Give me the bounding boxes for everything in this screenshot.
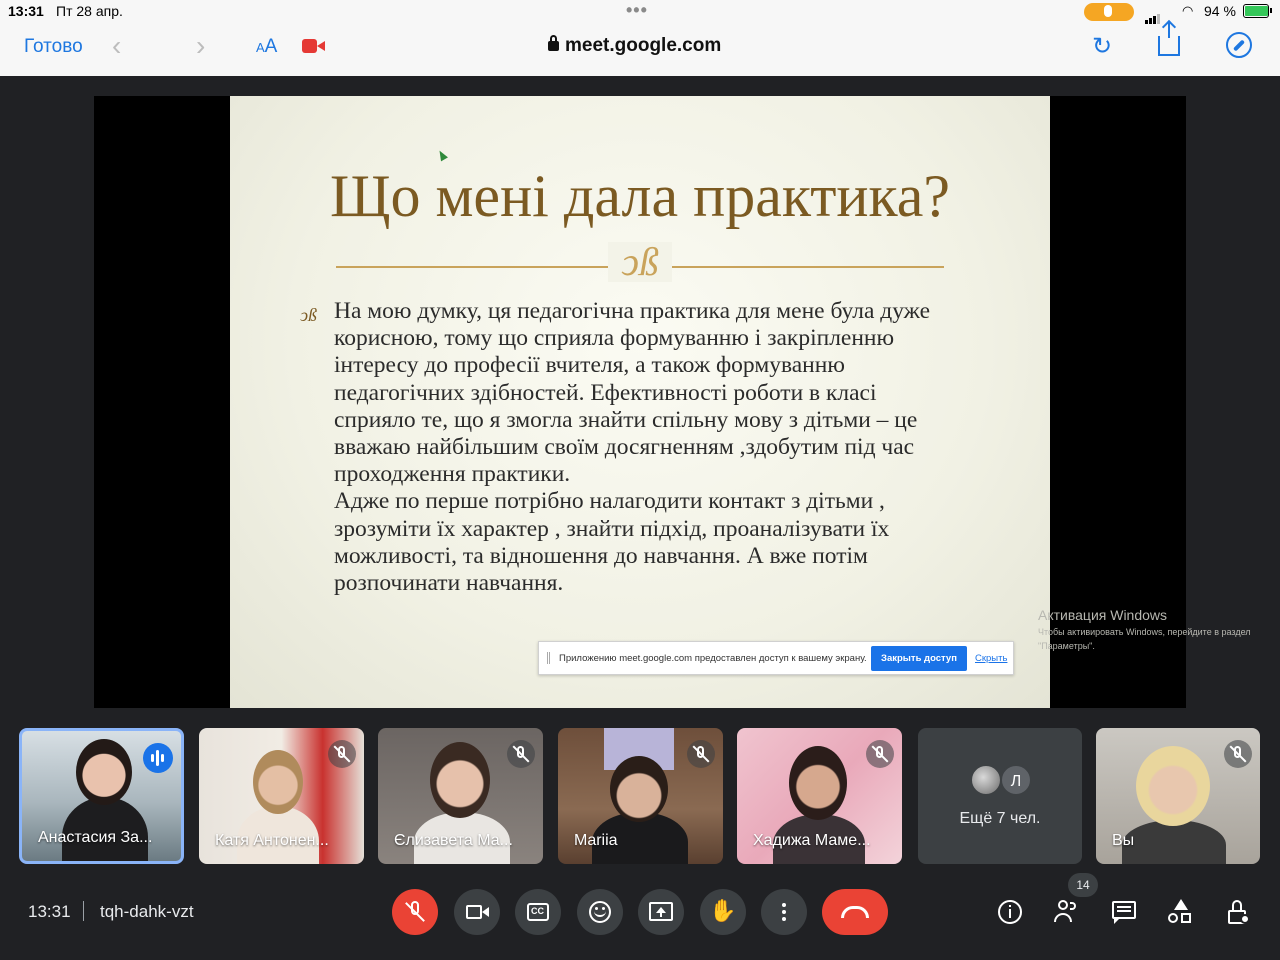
text-size-button[interactable]: AA xyxy=(256,36,277,58)
avatar xyxy=(970,764,1002,796)
share-icon[interactable] xyxy=(1158,22,1180,56)
avatar: Л xyxy=(1000,764,1032,796)
mouse-cursor-icon xyxy=(436,148,448,162)
mic-off-icon[interactable] xyxy=(392,889,438,935)
status-time: 13:31 xyxy=(8,3,44,19)
participant-tile[interactable]: Єлизавета Ма... xyxy=(378,728,543,864)
more-icon[interactable] xyxy=(761,889,807,935)
windows-activation-heading: Активация Windows xyxy=(1038,607,1168,623)
people-icon[interactable] xyxy=(1052,898,1080,926)
back-icon[interactable]: ‹ xyxy=(112,30,121,62)
hang-up-icon[interactable] xyxy=(822,889,888,935)
presentation-stage: Що мені дала практика? ↄß ↄß На мою думк… xyxy=(94,96,1251,708)
emoji-icon[interactable] xyxy=(577,889,623,935)
bullet-icon: ↄß xyxy=(300,305,318,325)
hide-link[interactable]: Скрыть xyxy=(975,653,1007,664)
windows-activation-watermark: Активация Windows Чтобы активировать Win… xyxy=(1038,607,1280,653)
participant-tile[interactable]: Анастасия За... xyxy=(19,728,184,864)
compass-icon[interactable] xyxy=(1226,32,1252,58)
ornament-icon: ↄß xyxy=(608,242,672,282)
slide-title: Що мені дала практика? xyxy=(329,163,951,229)
participant-count-badge: 14 xyxy=(1068,873,1098,897)
muted-mic-icon xyxy=(328,740,356,768)
drag-handle-icon[interactable] xyxy=(547,652,550,664)
participant-tile[interactable]: Катя Антонен... xyxy=(199,728,364,864)
participant-name: Вы xyxy=(1112,832,1135,849)
address-bar[interactable]: meet.google.com xyxy=(548,35,721,57)
meeting-code: tqh-dahk-vzt xyxy=(100,902,194,921)
cellular-signal-icon xyxy=(1145,6,1161,24)
more-participants-label: Ещё 7 чел. xyxy=(959,810,1041,827)
participant-tile[interactable]: Вы xyxy=(1096,728,1260,864)
speaking-indicator-icon xyxy=(143,743,173,773)
lock-icon xyxy=(548,35,559,51)
screen-share-message: Приложению meet.google.com предоставлен … xyxy=(559,653,867,664)
participant-name: Єлизавета Ма... xyxy=(394,832,513,849)
stop-sharing-button[interactable]: Закрыть доступ xyxy=(871,646,967,671)
camera-icon[interactable] xyxy=(302,38,325,54)
multitasking-dots-icon[interactable]: ••• xyxy=(626,0,648,21)
present-icon[interactable] xyxy=(638,889,684,935)
info-icon[interactable] xyxy=(996,898,1024,926)
meeting-time: 13:31 xyxy=(28,902,71,921)
muted-mic-icon xyxy=(1224,740,1252,768)
host-controls-icon[interactable] xyxy=(1224,898,1252,926)
participant-name: Катя Антонен... xyxy=(215,832,329,849)
mic-in-use-icon xyxy=(1084,3,1134,21)
chat-icon[interactable] xyxy=(1110,898,1138,926)
slide: Що мені дала практика? ↄß ↄß На мою думк… xyxy=(230,96,1251,708)
participant-tile[interactable]: Хадижа Маме... xyxy=(737,728,902,864)
divider xyxy=(83,901,84,921)
status-date: Пт 28 апр. xyxy=(56,3,123,19)
windows-activation-line1: Чтобы активировать Windows, перейдите в … xyxy=(1038,627,1251,637)
done-button[interactable]: Готово xyxy=(24,36,83,58)
muted-mic-icon xyxy=(866,740,894,768)
slide-body-text: На мою думку, ця педагогічна практика дл… xyxy=(334,298,931,597)
screen-share-notice: Приложению meet.google.com предоставлен … xyxy=(538,641,1014,675)
participant-tile[interactable]: Mariia xyxy=(558,728,723,864)
browser-toolbar: 13:31 Пт 28 апр. ••• ◠ 94 % Готово ‹ › A… xyxy=(0,0,1280,76)
muted-mic-icon xyxy=(687,740,715,768)
participant-name: Анастасия За... xyxy=(38,829,153,846)
raise-hand-icon[interactable]: ✋ xyxy=(700,889,746,935)
reload-icon[interactable]: ↻ xyxy=(1092,32,1112,61)
captions-icon[interactable]: CC xyxy=(515,889,561,935)
muted-mic-icon xyxy=(507,740,535,768)
more-participants-tile[interactable]: Л Ещё 7 чел. xyxy=(918,728,1082,864)
camera-icon[interactable] xyxy=(454,889,500,935)
battery-percent: 94 % xyxy=(1204,3,1236,19)
windows-activation-line2: "Параметры". xyxy=(1038,641,1095,651)
participant-name: Mariia xyxy=(574,832,618,849)
forward-icon[interactable]: › xyxy=(196,30,205,62)
battery-icon xyxy=(1243,4,1272,18)
activities-icon[interactable] xyxy=(1166,898,1194,926)
wifi-icon: ◠ xyxy=(1182,3,1194,18)
participant-name: Хадижа Маме... xyxy=(753,832,871,849)
url-text: meet.google.com xyxy=(565,35,722,56)
